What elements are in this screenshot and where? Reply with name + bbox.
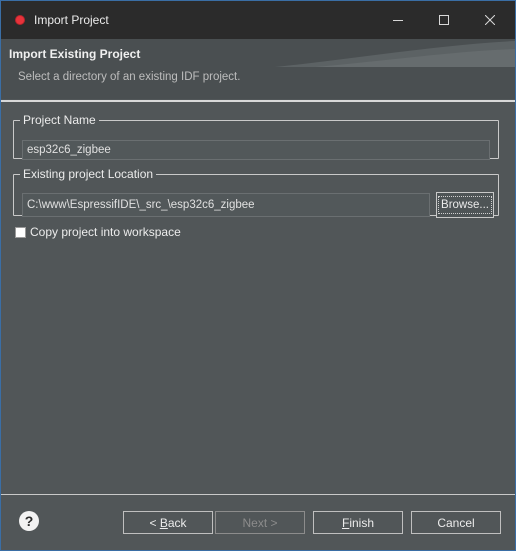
copy-into-workspace-option[interactable]: Copy project into workspace (15, 225, 181, 239)
close-button[interactable] (467, 1, 513, 39)
wizard-banner: Import Existing Project Select a directo… (1, 39, 515, 99)
copy-into-workspace-checkbox[interactable] (15, 226, 26, 238)
app-icon (16, 16, 24, 24)
project-name-group: Project Name esp32c6_zigbee (13, 113, 499, 160)
help-icon[interactable]: ? (19, 511, 39, 531)
back-prefix: < (149, 515, 160, 530)
title-bar[interactable]: Import Project (1, 1, 515, 39)
cancel-button[interactable]: Cancel (411, 511, 501, 534)
button-bar: ? < Back Next > Finish Cancel (1, 495, 515, 550)
maximize-icon (439, 15, 449, 25)
finish-rest: inish (349, 515, 375, 530)
project-location-group: Existing project Location C:\www\Espress… (13, 167, 499, 218)
finish-button[interactable]: Finish (313, 511, 403, 534)
next-button[interactable]: Next > (215, 511, 305, 534)
close-icon (485, 15, 495, 25)
banner-graphic (275, 41, 515, 67)
minimize-button[interactable] (375, 1, 421, 39)
back-rest: ack (167, 515, 187, 530)
project-name-legend: Project Name (23, 113, 96, 127)
minimize-icon (393, 20, 403, 21)
wizard-page: Project Name esp32c6_zigbee Existing pro… (1, 102, 515, 494)
import-project-dialog: Import Project Import Existing Project S… (0, 0, 516, 551)
project-location-legend: Existing project Location (23, 167, 154, 181)
maximize-button[interactable] (421, 1, 467, 39)
browse-button[interactable]: Browse... (436, 192, 494, 218)
banner-subtitle: Select a directory of an existing IDF pr… (18, 71, 241, 83)
browse-button-label: Browse... (438, 196, 492, 214)
finish-mnemonic: F (341, 515, 350, 530)
back-mnemonic: B (159, 515, 168, 530)
back-button[interactable]: < Back (123, 511, 213, 534)
banner-title: Import Existing Project (9, 47, 141, 61)
project-location-field[interactable]: C:\www\EspressifIDE\_src_\esp32c6_zigbee (22, 193, 430, 217)
project-name-field[interactable]: esp32c6_zigbee (22, 140, 490, 160)
copy-into-workspace-label: Copy project into workspace (30, 225, 181, 239)
window-title: Import Project (34, 13, 109, 27)
